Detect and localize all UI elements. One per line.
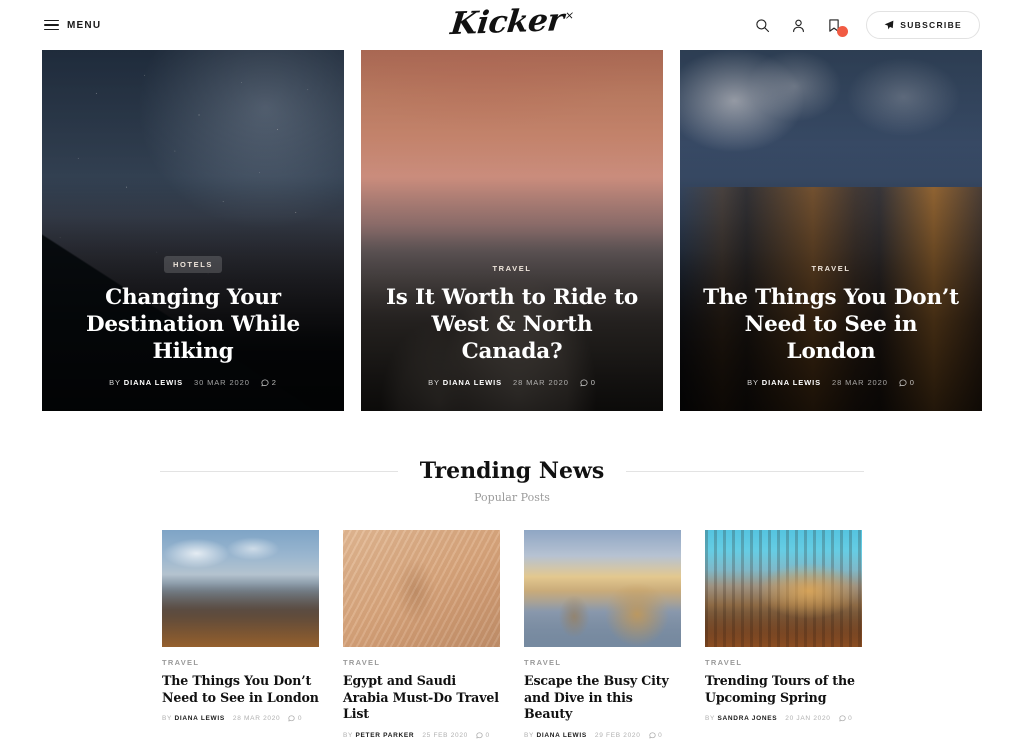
post-date: 25 FEB 2020 [422,732,468,740]
post-meta: BY DIANA LEWIS 28 MAR 2020 0 [162,715,319,722]
hero-title[interactable]: Changing Your Destination While Hiking [64,284,322,365]
comment-count: 0 [648,732,663,739]
thumb-image-coast [524,530,681,647]
post-date: 29 FEB 2020 [594,732,641,740]
post-meta: BY DIANA LEWIS 30 MAR 2020 2 [64,378,322,387]
post-thumbnail[interactable] [524,530,681,647]
hero-content: TRAVEL Is It Worth to Ride to West & Nor… [361,258,663,387]
post-meta: BY DIANA LEWIS 28 MAR 2020 0 [383,378,641,387]
comment-count: 0 [899,378,915,387]
list-item[interactable]: TRAVEL Escape the Busy City and Dive in … [524,530,681,739]
post-category[interactable]: TRAVEL [343,658,500,667]
post-date: 28 MAR 2020 [832,378,888,387]
search-icon[interactable] [752,15,772,35]
byline: BY PETER PARKER [343,732,415,740]
hero-card[interactable]: TRAVEL Is It Worth to Ride to West & Nor… [361,50,663,411]
hero-title[interactable]: Is It Worth to Ride to West & North Cana… [383,284,641,365]
comment-icon [899,378,907,386]
byline: BY DIANA LEWIS [428,378,502,387]
comment-count: 0 [288,715,302,722]
list-item[interactable]: TRAVEL The Things You Don’t Need to See … [162,530,319,739]
thumb-image-desert [343,530,500,647]
hero-card[interactable]: TRAVEL The Things You Don’t Need to See … [680,50,982,411]
post-category[interactable]: TRAVEL [705,658,862,667]
comment-count: 0 [838,715,853,722]
section-subtitle: Popular Posts [474,491,550,504]
thumb-image-colosseum [705,530,862,647]
post-category[interactable]: TRAVEL [162,658,319,667]
hero-title[interactable]: The Things You Don’t Need to See in Lond… [702,284,960,365]
byline: BY DIANA LEWIS [747,378,821,387]
header-actions: SUBSCRIBE [752,11,980,39]
post-meta: BY DIANA LEWIS 28 MAR 2020 0 [702,378,960,387]
comment-icon [288,715,296,722]
byline: BY DIANA LEWIS [109,378,183,387]
logo-superscript: × [564,8,575,22]
hero-card[interactable]: HOTELS Changing Your Destination While H… [42,50,344,411]
section-title: Trending News [419,458,605,484]
subscribe-button[interactable]: SUBSCRIBE [866,11,980,39]
section-header: Trending News [0,458,1024,484]
byline: BY DIANA LEWIS [162,715,225,723]
post-date: 20 JAN 2020 [785,715,831,723]
comment-icon [580,378,588,386]
user-account-icon[interactable] [788,15,808,35]
post-meta: BY SANDRA JONES 20 JAN 2020 0 [705,715,862,722]
comment-icon [648,732,656,739]
paper-plane-icon [884,20,894,30]
comment-count: 0 [476,732,490,739]
post-meta: BY DIANA LEWIS 29 FEB 2020 0 [524,732,681,739]
trending-news-section: Trending News Popular Posts TRAVEL The T… [0,458,1024,745]
post-thumbnail[interactable] [343,530,500,647]
post-meta: BY PETER PARKER 25 FEB 2020 0 [343,732,500,739]
comment-count: 2 [261,378,277,387]
category-badge[interactable]: TRAVEL [492,264,531,273]
divider-left [160,470,398,472]
post-title[interactable]: Egypt and Saudi Arabia Must-Do Travel Li… [343,673,500,723]
list-item[interactable]: TRAVEL Egypt and Saudi Arabia Must-Do Tr… [343,530,500,739]
post-title[interactable]: Escape the Busy City and Dive in this Be… [524,673,681,723]
comment-icon [476,732,483,739]
list-item[interactable]: TRAVEL Trending Tours of the Upcoming Sp… [705,530,862,739]
hero-content: HOTELS Changing Your Destination While H… [42,254,344,387]
category-badge[interactable]: HOTELS [163,255,223,273]
hero-content: TRAVEL The Things You Don’t Need to See … [680,258,982,387]
comment-count: 0 [580,378,596,387]
divider-right [626,470,864,472]
hamburger-icon [44,19,59,31]
post-date: 28 MAR 2020 [232,715,281,723]
post-title[interactable]: Trending Tours of the Upcoming Spring [705,673,862,706]
subscribe-label: SUBSCRIBE [900,20,962,30]
comment-icon [261,378,269,386]
byline: BY DIANA LEWIS [524,732,587,740]
post-date: 28 MAR 2020 [513,378,569,387]
notification-badge [837,26,849,37]
menu-button[interactable]: MENU [44,20,101,31]
menu-label: MENU [67,19,102,31]
trending-post-list: TRAVEL The Things You Don’t Need to See … [0,530,1024,739]
byline: BY SANDRA JONES [705,715,778,723]
post-date: 30 MAR 2020 [194,378,250,387]
bookmarks-icon[interactable] [824,15,849,37]
category-badge[interactable]: TRAVEL [811,264,850,273]
logo-text: Kicker× [448,2,575,43]
post-thumbnail[interactable] [705,530,862,647]
site-header: MENU Kicker× SUBSCRIBE [0,0,1024,50]
post-category[interactable]: TRAVEL [524,658,681,667]
hero-carousel: HOTELS Changing Your Destination While H… [0,50,1024,411]
post-title[interactable]: The Things You Don’t Need to See in Lond… [162,673,319,706]
comment-icon [838,715,846,722]
thumb-image-london [162,530,319,647]
post-thumbnail[interactable] [162,530,319,647]
